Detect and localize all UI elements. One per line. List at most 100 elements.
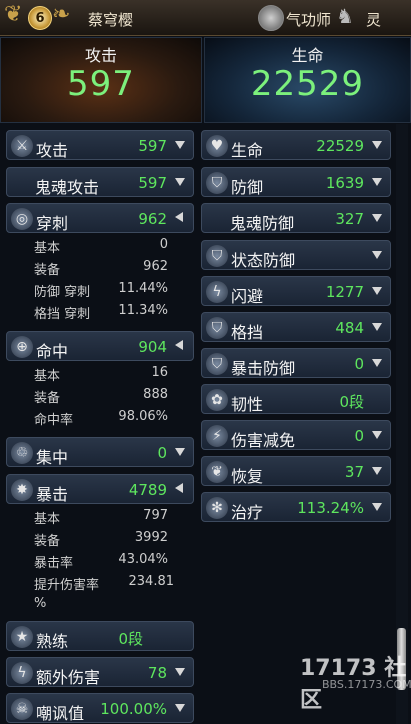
- sub-stat: 基本 16: [34, 365, 168, 384]
- expand-arrow-icon[interactable]: [175, 704, 185, 712]
- stat-row-damage-reduction[interactable]: ⚡ 伤害减免 0: [201, 420, 391, 450]
- sub-stat-value: 16: [151, 365, 168, 380]
- stat-value: 37: [344, 463, 364, 481]
- lightning-icon: ϟ: [11, 662, 33, 684]
- stat-row-heal[interactable]: ✻ 治疗 113.24%: [201, 492, 391, 522]
- expand-arrow-icon[interactable]: [175, 178, 185, 186]
- stat-row-hit[interactable]: ⊕ 命中 904: [6, 331, 194, 361]
- expand-arrow-icon[interactable]: [175, 668, 185, 676]
- stat-label: 鬼魂防御: [230, 214, 295, 233]
- swirl-icon: ✿: [206, 389, 228, 411]
- stat-label: 额外伤害: [36, 668, 101, 687]
- stat-label: 防御: [231, 178, 264, 197]
- stat-value: 962: [138, 210, 167, 228]
- burst-icon: ✸: [11, 479, 33, 501]
- class-icon: [258, 5, 284, 31]
- stat-row-recovery[interactable]: ❦ 恢复 37: [201, 456, 391, 486]
- stat-row-pierce[interactable]: ◎ 穿刺 962: [6, 203, 194, 233]
- character-header: ❦ 6 ❧ 蔡穹樱 气功师 ♞ 灵: [0, 0, 411, 36]
- sub-stat-label: 提升伤害率: [34, 578, 100, 593]
- stat-value: 0: [354, 427, 364, 445]
- attack-banner: 攻击 597: [0, 37, 202, 123]
- stat-row-extra-damage[interactable]: ϟ 额外伤害 78: [6, 657, 194, 687]
- stat-row-taunt[interactable]: ☠ 嘲讽值 100.00%: [6, 693, 194, 723]
- expand-arrow-icon[interactable]: [372, 323, 382, 331]
- dragon-ornament-icon: ❧: [52, 2, 71, 27]
- expand-arrow-icon[interactable]: [372, 214, 382, 222]
- stat-row-crit[interactable]: ✸ 暴击 4789: [6, 474, 194, 504]
- stat-label: 鬼魂攻击: [35, 178, 100, 197]
- sub-stat: 暴击率 43.04%: [34, 552, 168, 571]
- stat-row-defense[interactable]: ⛉ 防御 1639: [201, 167, 391, 197]
- stat-row-soul-attack[interactable]: 鬼魂攻击 597: [6, 167, 194, 197]
- sub-stat-value: 797: [143, 508, 168, 523]
- stat-label: 暴击防御: [231, 359, 296, 378]
- stat-row-mastery[interactable]: ★ 熟练 0段: [6, 621, 194, 651]
- stat-row-soul-defense[interactable]: 鬼魂防御 327: [201, 203, 391, 233]
- shield-icon: ⛉: [206, 317, 228, 339]
- expand-arrow-icon[interactable]: [372, 431, 382, 439]
- level-badge: 6: [28, 6, 52, 30]
- sub-stat-label: 暴击率: [34, 556, 74, 571]
- strike-icon: ⚡: [206, 425, 228, 447]
- stat-label: 命中: [36, 342, 69, 361]
- sub-stat-label: 装备: [34, 391, 61, 406]
- expand-arrow-icon[interactable]: [372, 178, 382, 186]
- sub-stat-label: 基本: [34, 512, 61, 527]
- sub-stat-value: 11.44%: [118, 281, 168, 296]
- stat-row-toughness[interactable]: ✿ 韧性 0段: [201, 384, 391, 414]
- stat-row-crit-defense[interactable]: ⛉ 暴击防御 0: [201, 348, 391, 378]
- stat-label: 韧性: [231, 395, 264, 414]
- expand-arrow-icon[interactable]: [372, 287, 382, 295]
- stat-row-focus[interactable]: ♲ 集中 0: [6, 437, 194, 467]
- stat-label: 穿刺: [36, 214, 69, 233]
- sub-stat-label: 命中率: [34, 413, 74, 428]
- sub-stat-label: 防御 穿刺: [34, 285, 91, 300]
- expand-arrow-icon[interactable]: [175, 448, 185, 456]
- star-icon: ★: [11, 626, 33, 648]
- watermark-url: BBS.17173.COM: [322, 678, 411, 691]
- sub-stat: 基本 797: [34, 508, 168, 527]
- stat-row-status-defense[interactable]: ⛉ 状态防御: [201, 240, 391, 270]
- snowflake-icon: ✻: [206, 497, 228, 519]
- collapse-arrow-icon[interactable]: [175, 212, 183, 222]
- stat-label: 集中: [36, 448, 69, 467]
- expand-arrow-icon[interactable]: [372, 251, 382, 259]
- stat-row-attack[interactable]: ⚔ 攻击 597: [6, 130, 194, 160]
- sub-stat-value: 43.04%: [118, 552, 168, 567]
- spirit-icon: ♞: [336, 4, 354, 28]
- sub-stat-value: 11.34%: [118, 303, 168, 318]
- expand-arrow-icon[interactable]: [372, 141, 382, 149]
- pierce-icon: ◎: [11, 208, 33, 230]
- sword-icon: ⚔: [11, 135, 33, 157]
- stat-value: 597: [138, 174, 167, 192]
- sprout-icon: ❦: [206, 461, 228, 483]
- expand-arrow-icon[interactable]: [372, 503, 382, 511]
- stat-row-block[interactable]: ⛉ 格挡 484: [201, 312, 391, 342]
- stat-value: 1639: [325, 174, 364, 192]
- stat-label: 嘲讽值: [36, 704, 85, 723]
- stat-value: 0: [157, 444, 167, 462]
- sub-stat-label: 基本: [34, 369, 61, 384]
- collapse-arrow-icon[interactable]: [175, 340, 183, 350]
- spirit-name: 灵: [366, 11, 382, 29]
- expand-arrow-icon[interactable]: [372, 359, 382, 367]
- stat-value: 597: [138, 137, 167, 155]
- stat-row-hp[interactable]: ♥ 生命 22529: [201, 130, 391, 160]
- stat-row-evade[interactable]: ϟ 闪避 1277: [201, 276, 391, 306]
- stat-label: 治疗: [231, 503, 264, 522]
- heart-icon: ♥: [206, 135, 228, 157]
- sub-stat-label: 基本: [34, 241, 61, 256]
- stat-value: 0: [354, 355, 364, 373]
- stat-label: 暴击: [36, 485, 69, 504]
- collapse-arrow-icon[interactable]: [175, 483, 183, 493]
- stat-value: 100.00%: [100, 700, 167, 718]
- expand-arrow-icon[interactable]: [372, 467, 382, 475]
- stat-value: 78: [147, 664, 167, 682]
- expand-arrow-icon[interactable]: [175, 141, 185, 149]
- stat-value: 327: [335, 210, 364, 228]
- stat-label: 状态防御: [231, 251, 296, 270]
- sub-stat-value: 0: [159, 237, 168, 252]
- stat-value: 1277: [325, 283, 364, 301]
- lightning-icon: ϟ: [206, 281, 228, 303]
